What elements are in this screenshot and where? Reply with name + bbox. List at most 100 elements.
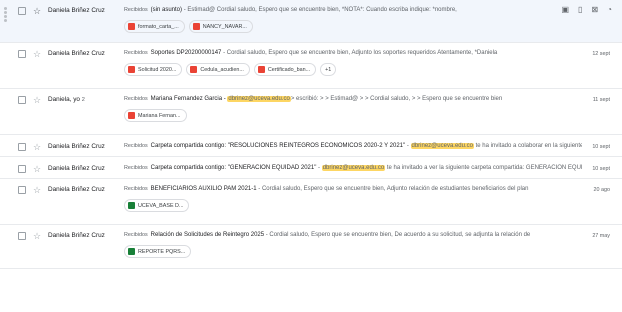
email-snippet: - Cordial saludo, Espero que se encuentr… bbox=[256, 186, 529, 192]
delete-icon[interactable]: ▯ bbox=[578, 6, 582, 14]
sender-text: Daniela, yo bbox=[48, 96, 80, 103]
email-snippet: - bbox=[316, 165, 322, 171]
label-tag: Recibidos bbox=[124, 50, 148, 56]
archive-icon[interactable]: ▣ bbox=[561, 6, 569, 14]
label-tag: Recibidos bbox=[124, 186, 148, 192]
star-icon[interactable]: ☆ bbox=[33, 231, 41, 241]
attachment-list: formato_carta_... NANCY_NAVAR... bbox=[124, 20, 253, 33]
email-address-highlight: dbrinez@uceva.edu.co bbox=[321, 165, 386, 171]
attachment-name: UCEVA_BASE D... bbox=[138, 202, 184, 209]
attachment-chip[interactable]: REPORTE PQRS... bbox=[124, 245, 192, 258]
snooze-icon[interactable]: ◔ bbox=[607, 6, 612, 14]
email-row[interactable]: ☆ Daniela Briñez Cruz Recibidos Soportes DP… bbox=[0, 43, 622, 89]
attachment-chip[interactable]: Certificado_ban... bbox=[253, 63, 317, 76]
attachment-chip[interactable]: Solicitud 2020... bbox=[124, 63, 183, 76]
sender-text: Daniela Briñez Cruz bbox=[48, 165, 105, 172]
select-checkbox[interactable] bbox=[18, 96, 26, 104]
sender-text: Daniela Briñez Cruz bbox=[48, 50, 105, 57]
select-checkbox[interactable] bbox=[18, 50, 26, 58]
email-snippet-after: te ha invitado a colaborar en la siguien… bbox=[475, 143, 582, 149]
attachment-name: formato_carta_... bbox=[138, 23, 179, 30]
email-date: 20 ago bbox=[593, 187, 611, 193]
label-tag: Recibidos bbox=[124, 96, 148, 102]
drag-handle[interactable] bbox=[4, 6, 8, 26]
star-icon[interactable]: ☆ bbox=[33, 95, 41, 105]
email-date: 10 sept bbox=[592, 166, 610, 172]
email-line[interactable]: Recibidos Soportes DP20200000147 - Cordia… bbox=[124, 49, 582, 58]
attachment-list: Solicitud 2020... Cedula_acudien... Certif… bbox=[124, 63, 337, 76]
email-date: 10 sept bbox=[592, 144, 610, 150]
attachment-name: Cedula_acudien... bbox=[200, 66, 244, 73]
attachment-name: NANCY_NAVAR... bbox=[202, 23, 247, 30]
pdf-icon bbox=[192, 23, 200, 30]
thread-count: 2 bbox=[81, 97, 85, 103]
star-icon[interactable]: ☆ bbox=[33, 49, 41, 59]
pdf-icon bbox=[190, 66, 198, 73]
attachment-list: REPORTE PQRS... bbox=[124, 245, 192, 258]
select-checkbox[interactable] bbox=[18, 7, 26, 15]
email-date: 12 sept bbox=[592, 51, 610, 57]
email-snippet-after: te ha invitado a ver la siguiente carpet… bbox=[386, 165, 582, 171]
email-snippet: - Cordial saludo, Espero que se encuentr… bbox=[221, 50, 498, 56]
email-list: ☆ Daniela Briñez Cruz Recibidos (sin asunto… bbox=[0, 0, 622, 269]
more-attachments-chip[interactable]: +1 bbox=[320, 63, 337, 76]
pdf-icon bbox=[128, 23, 135, 30]
select-checkbox[interactable] bbox=[18, 143, 26, 151]
email-line[interactable]: Recibidos (sin asunto) - Estimad@ Cordial… bbox=[124, 6, 532, 15]
email-subject: (sin asunto) bbox=[150, 7, 183, 13]
star-icon[interactable]: ☆ bbox=[33, 164, 41, 174]
pdf-icon bbox=[128, 66, 135, 73]
attachment-chip[interactable]: Mariana Fernan... bbox=[124, 109, 187, 122]
sender-name: Daniela Briñez Cruz bbox=[48, 50, 128, 57]
email-snippet: - Estimad@ Cordial saludo, Espero que se… bbox=[182, 7, 457, 13]
attachment-list: Mariana Fernan... bbox=[124, 109, 187, 122]
attachment-name: Mariana Fernan... bbox=[138, 112, 181, 119]
email-row[interactable]: ☆ Daniela, yo 2 Recibidos Mariana Fernandez… bbox=[0, 89, 622, 135]
email-row[interactable]: ☆ Daniela Briñez Cruz Recibidos (sin asunto… bbox=[0, 0, 622, 43]
attachment-chip[interactable]: UCEVA_BASE D... bbox=[124, 199, 190, 212]
email-date: 11 sept bbox=[592, 97, 610, 103]
email-subject: Carpeta compartida contigo: "RESOLUCIONE… bbox=[150, 143, 406, 149]
select-checkbox[interactable] bbox=[18, 165, 26, 173]
attachment-name: REPORTE PQRS... bbox=[138, 248, 186, 255]
star-icon[interactable]: ☆ bbox=[33, 6, 41, 16]
attachment-chip[interactable]: formato_carta_... bbox=[124, 20, 185, 33]
star-icon[interactable]: ☆ bbox=[33, 185, 41, 195]
email-row[interactable]: ☆ Daniela Briñez Cruz Recibidos Carpeta com… bbox=[0, 157, 622, 179]
email-line[interactable]: Recibidos Mariana Fernandez Garcia - dbri… bbox=[124, 95, 582, 104]
email-line[interactable]: Recibidos Carpeta compartida contigo: "RE… bbox=[124, 142, 582, 151]
star-icon[interactable]: ☆ bbox=[33, 142, 41, 152]
mark-unread-icon[interactable]: ⊠ bbox=[591, 6, 598, 14]
email-line[interactable]: Recibidos Relación de Solicitudes de Rein… bbox=[124, 231, 582, 240]
sender-name: Daniela Briñez Cruz bbox=[48, 165, 128, 172]
email-row[interactable]: ☆ Daniela Briñez Cruz Recibidos BENEFICIARI… bbox=[0, 179, 622, 225]
attachment-chip[interactable]: Cedula_acudien... bbox=[186, 63, 250, 76]
spreadsheet-icon bbox=[128, 248, 135, 255]
label-tag: Recibidos bbox=[124, 143, 148, 149]
attachment-chip[interactable]: NANCY_NAVAR... bbox=[188, 20, 253, 33]
sender-name: Daniela Briñez Cruz bbox=[48, 143, 128, 150]
label-tag: Recibidos bbox=[124, 165, 148, 171]
select-checkbox[interactable] bbox=[18, 232, 26, 240]
sender-text: Daniela Briñez Cruz bbox=[48, 186, 105, 193]
email-snippet: - Cordial saludo, Espero que se encuentr… bbox=[264, 232, 531, 238]
email-snippet-after: > escribió: > > Estimad@ > > Cordial sal… bbox=[290, 96, 503, 102]
sender-name: Daniela Briñez Cruz bbox=[48, 7, 128, 14]
email-line[interactable]: Recibidos Carpeta compartida contigo: "GE… bbox=[124, 164, 582, 173]
label-tag: Recibidos bbox=[124, 232, 148, 238]
email-row[interactable]: ☆ Daniela Briñez Cruz Recibidos Carpeta com… bbox=[0, 135, 622, 157]
attachment-list: UCEVA_BASE D... bbox=[124, 199, 190, 212]
email-line[interactable]: Recibidos BENEFICIARIOS AUXILIO PAM 2021-… bbox=[124, 185, 582, 194]
sender-name: Daniela Briñez Cruz bbox=[48, 232, 128, 239]
attachment-name: Certificado_ban... bbox=[267, 66, 311, 73]
email-row[interactable]: ☆ Daniela Briñez Cruz Recibidos Relación de… bbox=[0, 225, 622, 269]
email-address-highlight: dbrinez@uceva.edu.co bbox=[410, 143, 474, 149]
email-snippet: - bbox=[405, 143, 411, 149]
select-checkbox[interactable] bbox=[18, 186, 26, 194]
email-address-highlight: dbrinez@uceva.edu.co bbox=[227, 96, 291, 102]
email-subject: Mariana Fernandez Garcia - bbox=[150, 96, 228, 102]
email-subject: Soportes DP20200000147 bbox=[150, 50, 222, 56]
attachment-name: Solicitud 2020... bbox=[138, 66, 177, 73]
sender-text: Daniela Briñez Cruz bbox=[48, 143, 105, 150]
email-subject: Relación de Solicitudes de Reintegro 202… bbox=[150, 232, 265, 238]
